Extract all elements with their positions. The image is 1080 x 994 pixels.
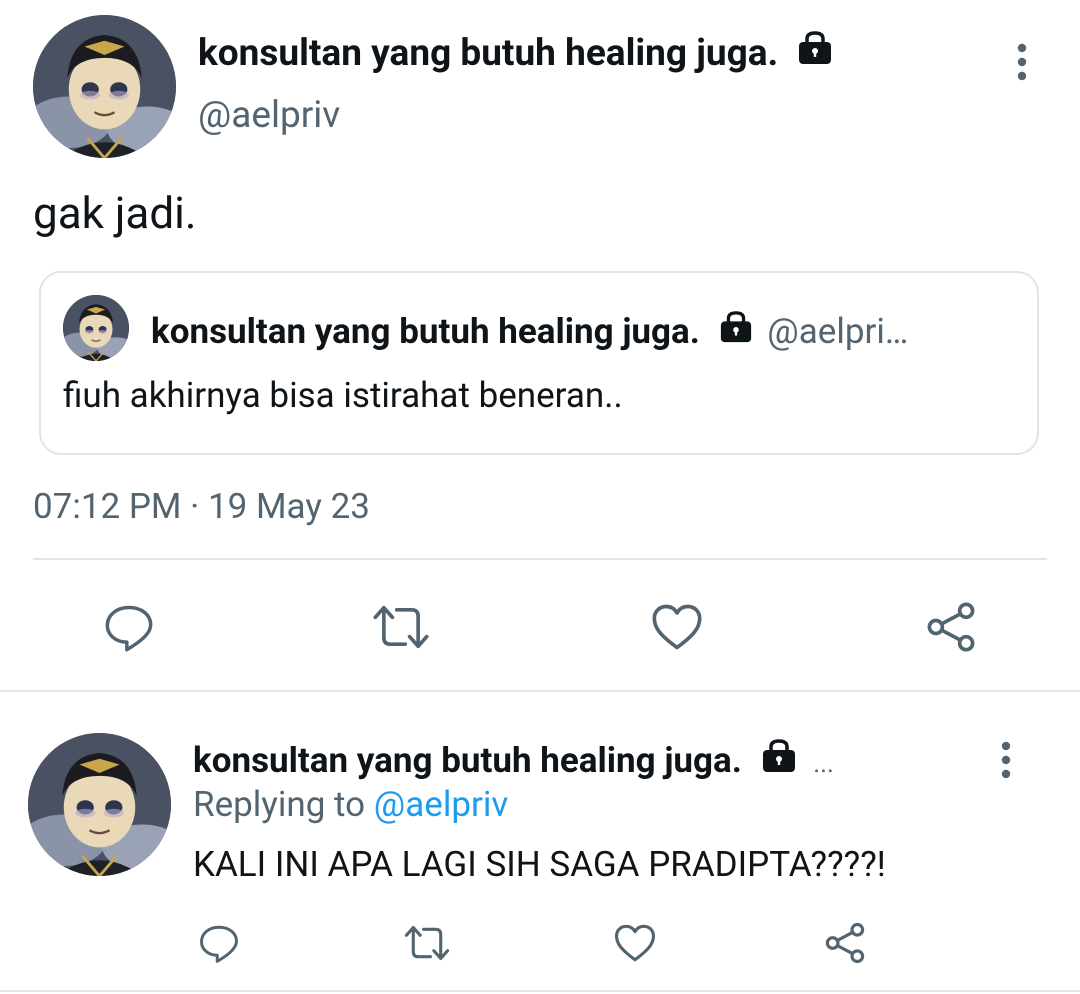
handle[interactable]: @aelpriv bbox=[198, 92, 340, 140]
replying-to-label: Replying to bbox=[193, 784, 366, 825]
divider bbox=[0, 990, 1080, 992]
quoted-avatar bbox=[63, 295, 129, 361]
lock-icon bbox=[797, 30, 834, 80]
quoted-handle: @aelpri… bbox=[767, 311, 909, 352]
quoted-display-name: konsultan yang butuh healing juga. bbox=[151, 311, 700, 352]
more-vertical-icon[interactable] bbox=[986, 738, 1026, 782]
avatar[interactable] bbox=[33, 15, 176, 158]
quoted-header: konsultan yang butuh healing juga. @aelp… bbox=[151, 309, 908, 357]
retweet-icon[interactable] bbox=[370, 598, 432, 656]
truncation-dots: ... bbox=[813, 749, 834, 779]
quoted-tweet-card[interactable]: konsultan yang butuh healing juga. @aelp… bbox=[39, 271, 1039, 455]
replying-to-handle[interactable]: @aelpriv bbox=[374, 784, 509, 825]
share-icon[interactable] bbox=[822, 920, 868, 966]
timestamp[interactable]: 07:12 PM · 19 May 23 bbox=[33, 484, 370, 530]
like-icon[interactable] bbox=[646, 598, 708, 656]
reply-icon[interactable] bbox=[98, 598, 160, 656]
display-name[interactable]: konsultan yang butuh healing juga. bbox=[193, 740, 742, 781]
reply-header: konsultan yang butuh healing juga. ... bbox=[193, 738, 834, 787]
divider bbox=[0, 690, 1080, 692]
lock-icon bbox=[718, 310, 753, 357]
share-icon[interactable] bbox=[920, 598, 982, 656]
more-vertical-icon[interactable] bbox=[1002, 40, 1042, 84]
avatar[interactable] bbox=[28, 733, 171, 876]
lock-icon bbox=[760, 739, 797, 787]
reply-icon[interactable] bbox=[196, 920, 242, 966]
retweet-icon[interactable] bbox=[402, 920, 452, 966]
tweet-text: gak jadi. bbox=[33, 187, 197, 239]
tweet-text: KALI INI APA LAGI SIH SAGA PRADIPTA????! bbox=[193, 844, 886, 885]
replying-to: Replying to @aelpriv bbox=[193, 782, 508, 828]
quoted-text: fiuh akhirnya bisa istirahat beneran.. bbox=[63, 375, 623, 416]
divider bbox=[33, 558, 1047, 560]
like-icon[interactable] bbox=[612, 920, 658, 966]
display-name[interactable]: konsultan yang butuh healing juga. bbox=[198, 30, 834, 80]
